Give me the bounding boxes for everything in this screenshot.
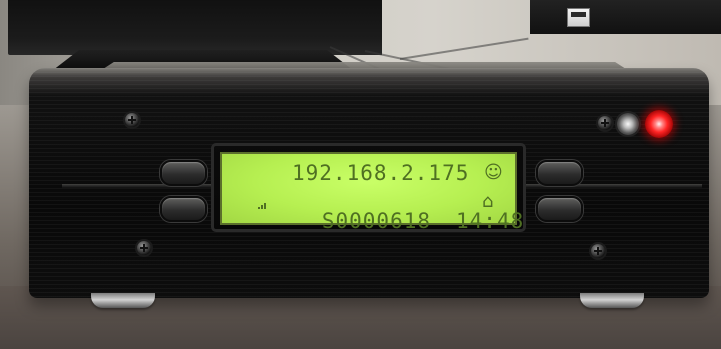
left-foot (91, 293, 155, 308)
device-code-text: S0000618 (321, 209, 432, 233)
top-right-screw (598, 116, 612, 130)
left-lower-button[interactable] (160, 196, 207, 222)
right-foot (580, 293, 644, 308)
ip-address-text: 192.168.2.175 (292, 161, 470, 185)
right-upper-button[interactable] (536, 160, 583, 186)
amd-sticker (567, 8, 590, 27)
bottom-right-screw (591, 244, 605, 258)
network-icon: ⌂ (482, 191, 495, 212)
person-icon: ☺ (484, 162, 504, 183)
bottom-left-screw (137, 241, 151, 255)
lcd-display: 192.168.2.175 S0000618 14:48 ☺ ⌂ (220, 152, 523, 232)
left-upper-button[interactable] (160, 160, 207, 186)
white-status-led (617, 113, 639, 135)
time-text: 14:48 (456, 209, 525, 233)
background-device (530, 0, 721, 34)
photo-scene: 192.168.2.175 S0000618 14:48 ☺ ⌂ (0, 0, 721, 349)
background-monitor (8, 0, 382, 55)
top-left-screw (125, 113, 139, 127)
signal-icon (258, 201, 268, 209)
red-power-led (645, 110, 673, 138)
right-lower-button[interactable] (536, 196, 583, 222)
